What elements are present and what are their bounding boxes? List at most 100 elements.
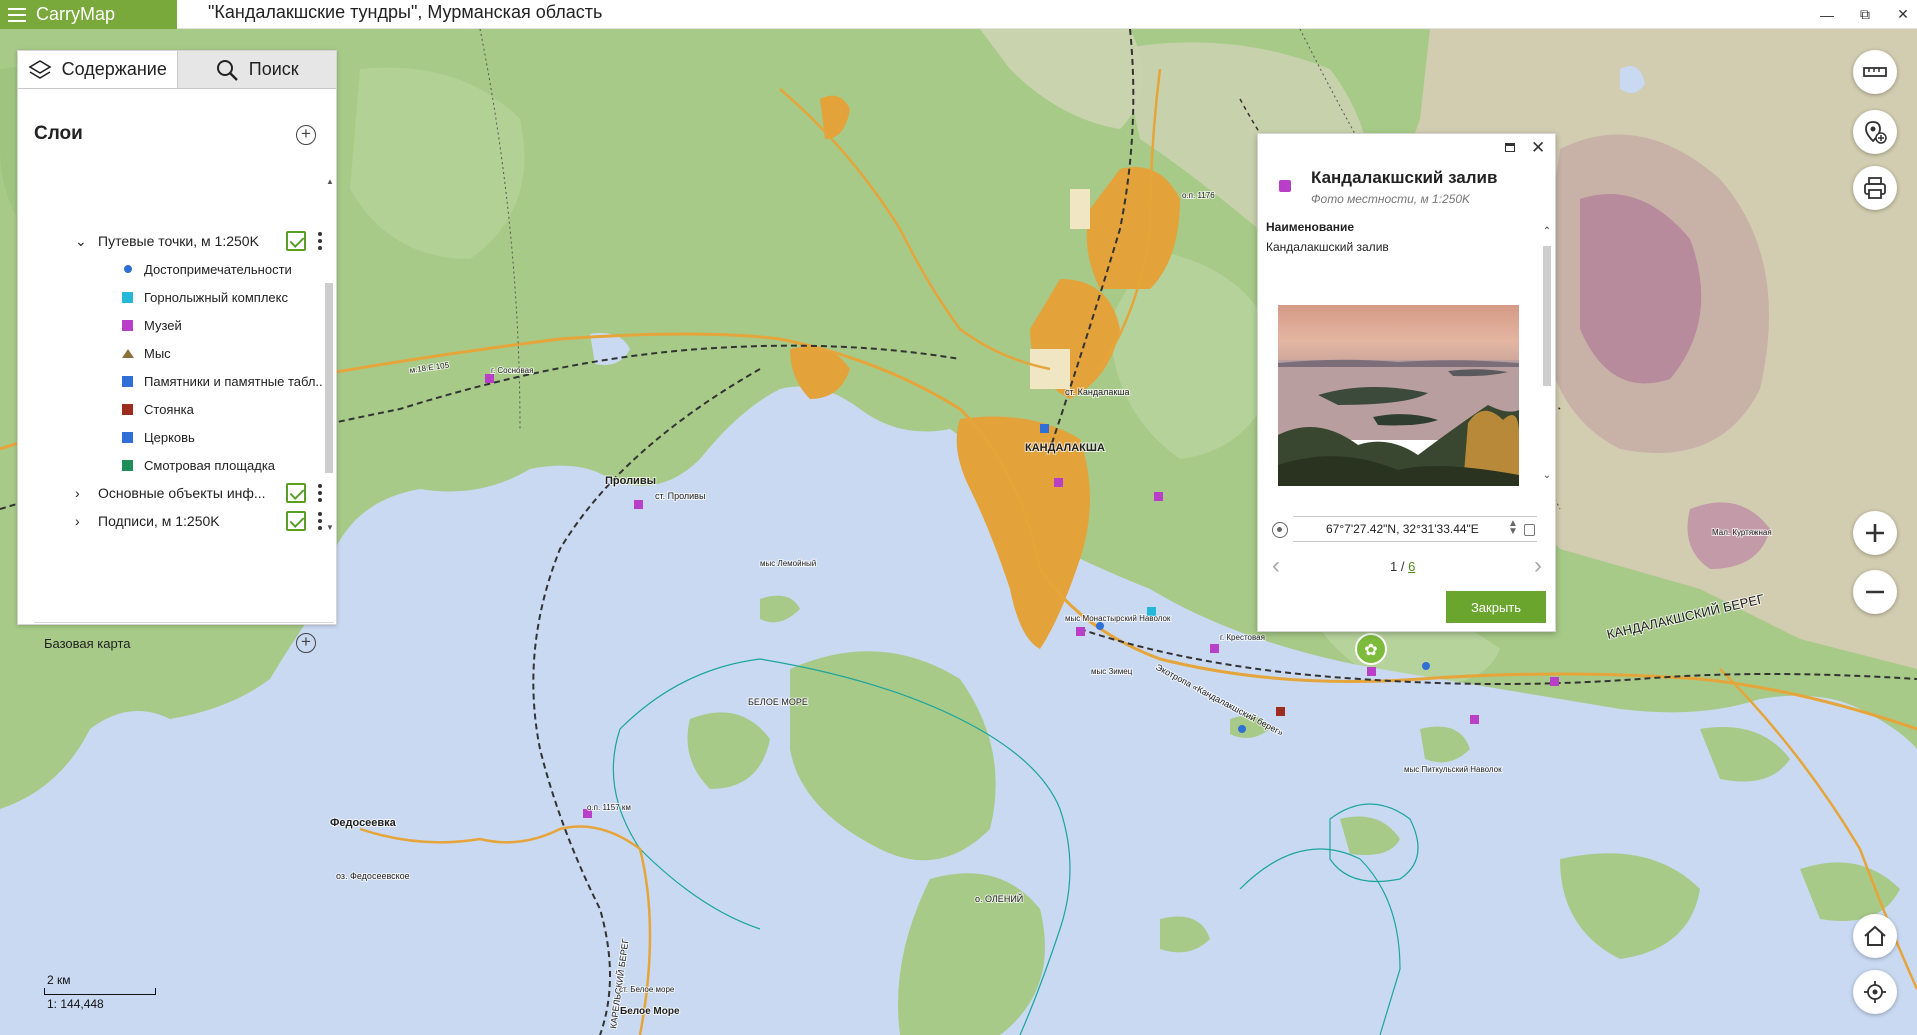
maximize-icon[interactable] [1505,143,1515,152]
previous-feature-icon[interactable]: ‹ [1272,552,1280,580]
poi-marker [1238,725,1246,733]
map-label: Федосеевка [330,817,397,829]
poi-marker [1040,424,1049,433]
sublayer-item[interactable]: Стоянка [18,395,323,423]
app-name: CarryMap [36,4,116,24]
zoom-in-button[interactable] [1853,511,1897,555]
map-label: Проливы [605,475,656,487]
poi-marker [1470,715,1479,724]
popup-scroll-thumb[interactable] [1543,246,1551,386]
map-label: мыс Лемойный [760,559,816,568]
scale-bar: 2 км 1: 144,448 [44,973,159,1013]
sublayer-item[interactable]: Мыс [18,339,323,367]
panel-tabs: Содержание Поиск [18,51,336,89]
layer-group-main-objects[interactable]: › Основные объекты инф... [18,479,323,507]
sublayer-label: Горнолыжный комплекс [144,289,288,305]
chevron-right-icon[interactable]: › [75,513,80,529]
copy-icon[interactable] [1524,524,1535,536]
location-photo[interactable] [1278,305,1519,486]
layer-group-waypoints[interactable]: ⌄ Путевые точки, м 1:250K [18,227,323,255]
map-label: Мал. Куртяжная [1712,528,1772,537]
sublayer-item[interactable]: Музей [18,311,323,339]
monument-icon [122,375,133,387]
next-feature-icon[interactable]: › [1534,552,1542,580]
sublayer-label: Смотровая площадка [144,457,276,473]
museum-icon [122,319,133,331]
sublayer-item[interactable]: Достопримечательности [18,255,323,283]
contents-panel: Содержание Поиск Слои + ⌄ Путевые точки,… [17,50,337,653]
coordinate-format-toggle[interactable]: ▲ ▼ [1508,519,1518,537]
page-total-link[interactable]: 6 [1408,559,1415,574]
crosshair-icon [1864,981,1886,1003]
map-label: мыс Зимец [1091,667,1133,676]
add-placemark-button[interactable] [1853,110,1897,154]
ski-resort-icon [122,291,133,303]
layer-group-label: Основные объекты инф... [98,485,266,501]
measure-tool-button[interactable] [1853,50,1897,94]
hamburger-menu-icon[interactable] [8,7,26,22]
popup-scrollbar[interactable]: ⌃ ⌄ [1541,226,1553,484]
scroll-down-icon[interactable]: ⌄ [1541,470,1553,481]
church-icon [122,431,133,443]
chevron-right-icon[interactable]: › [75,485,80,501]
scroll-up-icon[interactable]: ⌃ [1541,226,1553,237]
zoom-out-button[interactable] [1853,570,1897,614]
home-extent-button[interactable] [1853,914,1897,958]
viewpoint-icon [122,459,133,471]
map-label: Белое Море [620,1006,680,1017]
home-icon [1864,925,1886,946]
my-location-button[interactable] [1853,970,1897,1014]
layer-visibility-checkbox[interactable] [286,483,306,503]
sublayer-label: Памятники и памятные табл... [144,373,323,389]
scroll-up-icon[interactable]: ▲ [324,177,336,186]
map-label: о.п. 1176 [1182,191,1215,200]
more-options-icon[interactable] [318,484,322,502]
sublayer-item[interactable]: Горнолыжный комплекс [18,283,323,311]
ruler-icon [1863,67,1887,77]
more-options-icon[interactable] [318,232,322,250]
locate-feature-icon[interactable] [1272,522,1288,538]
panel-divider [34,622,334,623]
poi-marker [1210,644,1219,653]
close-button[interactable]: Закрыть [1446,591,1546,623]
map-label: г. Сосновая [491,366,533,375]
minimize-icon[interactable]: — [1819,7,1835,23]
attribute-name: Наименование [1266,220,1355,234]
sublayer-item[interactable]: Памятники и памятные табл... [18,367,323,395]
map-label: мыс Монастырский Наволок [1065,614,1171,623]
sublayer-item[interactable]: Смотровая площадка [18,451,323,479]
print-button[interactable] [1853,166,1897,210]
poi-marker [1550,677,1559,686]
chevron-down-icon[interactable]: ⌄ [75,233,87,250]
restore-icon[interactable]: ⧉ [1857,6,1873,23]
poi-marker [1054,478,1063,487]
layer-visibility-checkbox[interactable] [286,231,306,251]
printer-icon [1864,177,1886,199]
more-options-icon[interactable] [318,512,322,530]
poi-marker [634,500,643,509]
close-window-icon[interactable]: ✕ [1895,6,1911,23]
attribute-value: Кандалакшский залив [1266,240,1389,254]
map-label: мыс Питкульский Наволок [1404,765,1502,774]
svg-text:✿: ✿ [1364,640,1377,659]
tab-search[interactable]: Поиск [176,51,336,88]
minus-icon [1866,590,1884,594]
poi-marker [1367,667,1376,676]
add-layer-button[interactable]: + [296,125,316,145]
layer-group-labels[interactable]: › Подписи, м 1:250K [18,507,323,535]
scale-distance: 2 км [47,973,71,987]
window-title: "Кандалакшские тундры", Мурманская облас… [208,2,603,22]
basemap-label[interactable]: Базовая карта [44,636,131,651]
layer-list-scrollbar[interactable] [325,283,333,473]
app-brand[interactable]: CarryMap [0,0,177,29]
photo-sky [1278,305,1519,365]
add-basemap-button[interactable]: + [296,633,316,653]
tab-contents[interactable]: Содержание [18,51,177,88]
map-label: КАНДАЛАКША [1025,442,1105,454]
close-popup-icon[interactable]: ✕ [1531,138,1545,158]
map-label: о.п. 1157 км [587,803,631,812]
page-separator: / [1397,559,1409,574]
scroll-down-icon[interactable]: ▼ [324,523,336,532]
sublayer-item[interactable]: Церковь [18,423,323,451]
layer-visibility-checkbox[interactable] [286,511,306,531]
